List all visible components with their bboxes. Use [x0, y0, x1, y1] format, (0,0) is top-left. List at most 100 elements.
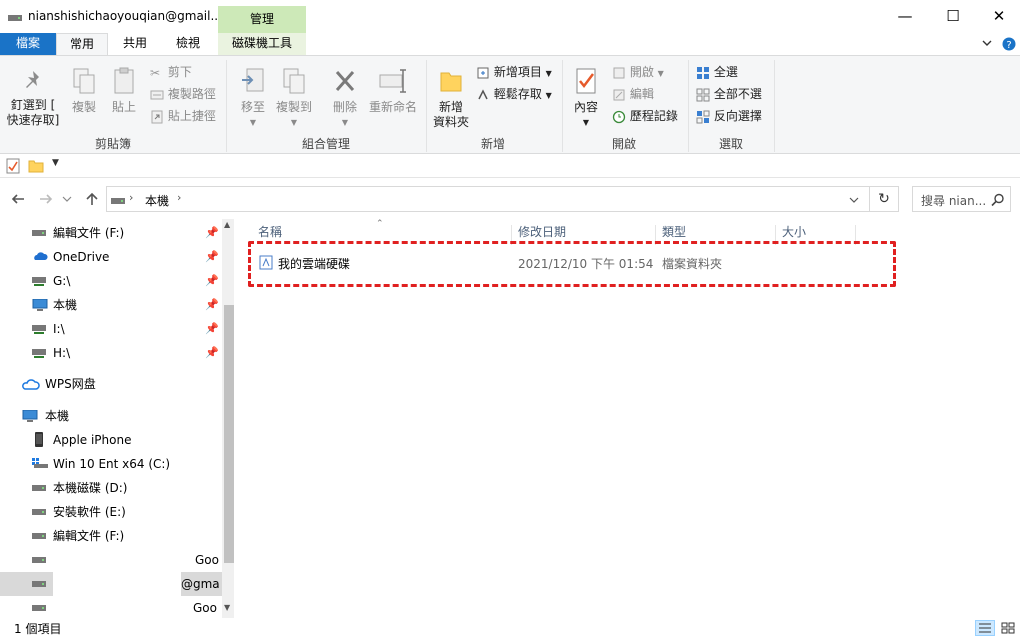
nav-item-selected-drive[interactable]: @gma — [0, 572, 222, 596]
nav-item-d[interactable]: 本機磁碟 (D:) — [0, 476, 222, 500]
properties-icon[interactable] — [6, 158, 20, 174]
move-to-button[interactable]: 移至 ▼ — [234, 66, 272, 130]
edit-label: 編輯 — [629, 87, 654, 101]
new-item-button[interactable]: 新增項目 ▼ — [476, 62, 552, 82]
edit-icon — [613, 89, 625, 100]
tab-share[interactable]: 共用 — [112, 33, 158, 55]
copy-path-label: 複製路徑 — [167, 87, 216, 101]
tab-view[interactable]: 檢視 — [160, 33, 216, 55]
drive-icon — [32, 230, 46, 236]
history-button[interactable]: 歷程記錄 — [612, 106, 678, 126]
search-box[interactable]: 搜尋 nian... — [912, 186, 1011, 212]
copy-path-button[interactable]: 複製路徑 — [150, 84, 216, 104]
window-title: nianshishichaoyouqian@gmail.... — [28, 9, 226, 23]
pin-quick-access-button[interactable]: 釘選到 [ 快速存取] — [4, 68, 62, 128]
details-view-icon[interactable] — [975, 620, 995, 636]
folder-icon[interactable] — [28, 158, 44, 174]
refresh-icon: ↻ — [878, 191, 890, 207]
cloud-icon — [22, 379, 40, 390]
dropdown-arrow-icon: ▼ — [249, 118, 257, 127]
chevron-down-icon[interactable] — [982, 39, 992, 47]
pin-icon: 📌 — [205, 298, 219, 311]
easy-access-icon — [478, 88, 488, 99]
paste-icon — [114, 67, 134, 94]
nav-label: 本機磁碟 (D:) — [53, 481, 128, 495]
recent-locations-icon[interactable] — [62, 195, 72, 203]
copy-button[interactable]: 複製 — [66, 66, 102, 115]
edit-button[interactable]: 編輯 — [612, 84, 654, 104]
nav-item-f[interactable]: 編輯文件 (F:) — [0, 524, 222, 548]
nav-label: @gma — [181, 577, 220, 591]
navigation-bar: › 本機 › nianshishichaoyouqian@gmail.com (… — [0, 179, 1020, 219]
copy-label: 複製 — [71, 100, 96, 114]
copy-to-button[interactable]: 複製到 ▼ — [274, 66, 314, 130]
nav-item-e[interactable]: 安裝軟件 (E:) — [0, 500, 222, 524]
ribbon-tabs: 檔案 常用 共用 檢視 磁碟機工具 ? — [0, 33, 1020, 56]
scroll-up-icon[interactable]: ▲ — [224, 220, 230, 229]
nav-item-onedrive[interactable]: OneDrive 📌 — [0, 245, 222, 269]
invert-selection-button[interactable]: 反向選擇 — [696, 106, 762, 126]
maximize-button[interactable]: ☐ — [930, 0, 976, 32]
drive-icon — [111, 198, 125, 204]
help-icon[interactable]: ? — [1002, 37, 1016, 51]
nav-label: WPS网盘 — [45, 377, 96, 391]
paste-shortcut-label: 貼上捷徑 — [167, 109, 216, 123]
nav-label: Win 10 Ent x64 (C:) — [53, 457, 171, 471]
nav-item-h[interactable]: H:\ 📌 — [0, 341, 222, 365]
pin-icon: 📌 — [205, 274, 219, 287]
breadcrumb-current[interactable]: nianshishichaoyouqian@gmail.com (H:) — [193, 192, 431, 206]
new-folder-button[interactable]: 新增 資料夾 — [430, 66, 472, 130]
nav-item-iphone[interactable]: Apple iPhone — [0, 428, 222, 452]
forward-arrow-icon[interactable] — [38, 192, 54, 206]
open-button[interactable]: 開啟 ▼ — [612, 62, 664, 82]
address-bar[interactable]: › 本機 › nianshishichaoyouqian@gmail.com (… — [106, 186, 870, 212]
paste-button[interactable]: 貼上 — [106, 66, 142, 115]
nav-label: Goo — [193, 601, 217, 615]
easy-access-button[interactable]: 輕鬆存取 ▼ — [476, 84, 552, 104]
nav-item-google-drive-1[interactable]: Goo — [0, 548, 222, 572]
network-drive-icon — [32, 277, 46, 286]
rename-icon — [379, 69, 406, 93]
search-input[interactable]: 搜尋 nian... — [921, 192, 986, 209]
nav-label: I:\ — [53, 322, 65, 336]
nav-item-i[interactable]: I:\ 📌 — [0, 317, 222, 341]
paste-shortcut-button[interactable]: 貼上捷徑 — [150, 106, 216, 126]
nav-item-this-pc-quick[interactable]: 本機 📌 — [0, 293, 222, 317]
select-none-button[interactable]: 全部不選 — [696, 84, 762, 104]
properties-button[interactable]: 內容 ▼ — [568, 66, 604, 130]
nav-item-c[interactable]: Win 10 Ent x64 (C:) — [0, 452, 222, 476]
windows-drive-icon — [32, 458, 48, 468]
minimize-button[interactable]: — — [882, 0, 928, 32]
scroll-down-icon[interactable]: ▼ — [224, 603, 230, 612]
rename-button[interactable]: 重新命名 — [366, 66, 420, 115]
nav-item-quick-f[interactable]: 編輯文件 (F:) 📌 — [0, 221, 222, 245]
highlight-annotation — [248, 241, 896, 287]
paste-label: 貼上 — [111, 100, 136, 114]
dropdown-arrow-icon: ▼ — [657, 69, 664, 78]
nav-scroll-thumb[interactable] — [224, 305, 234, 563]
search-icon — [991, 193, 1004, 207]
nav-item-wps[interactable]: WPS网盘 — [0, 372, 222, 396]
nav-item-google-drive-2[interactable]: Goo — [0, 596, 222, 619]
back-arrow-icon[interactable] — [10, 192, 26, 206]
select-all-button[interactable]: 全選 — [696, 62, 738, 82]
tab-home[interactable]: 常用 — [56, 33, 108, 56]
nav-item-g[interactable]: G:\ 📌 — [0, 269, 222, 293]
pin-icon: 📌 — [205, 226, 219, 239]
cut-button[interactable]: ✂ 剪下 — [150, 62, 192, 82]
tab-drive-tools[interactable]: 磁碟機工具 — [218, 33, 306, 55]
up-arrow-icon[interactable] — [84, 191, 100, 207]
tab-file[interactable]: 檔案 — [0, 33, 56, 55]
new-folder-label-1: 新增 — [438, 100, 463, 114]
network-drive-icon — [32, 325, 46, 334]
delete-button[interactable]: 刪除 ▼ — [328, 66, 362, 130]
breadcrumb-root[interactable]: 本機 — [145, 192, 169, 209]
refresh-button[interactable]: ↻ — [869, 186, 899, 212]
customize-toolbar-icon[interactable]: ▼ — [52, 158, 59, 168]
invert-selection-label: 反向選擇 — [713, 109, 762, 123]
close-button[interactable]: ✕ — [976, 0, 1020, 32]
nav-item-this-pc[interactable]: 本機 — [0, 404, 222, 428]
address-dropdown-icon[interactable] — [849, 196, 859, 204]
pin-icon — [26, 71, 39, 88]
large-icons-view-icon[interactable] — [998, 620, 1018, 636]
